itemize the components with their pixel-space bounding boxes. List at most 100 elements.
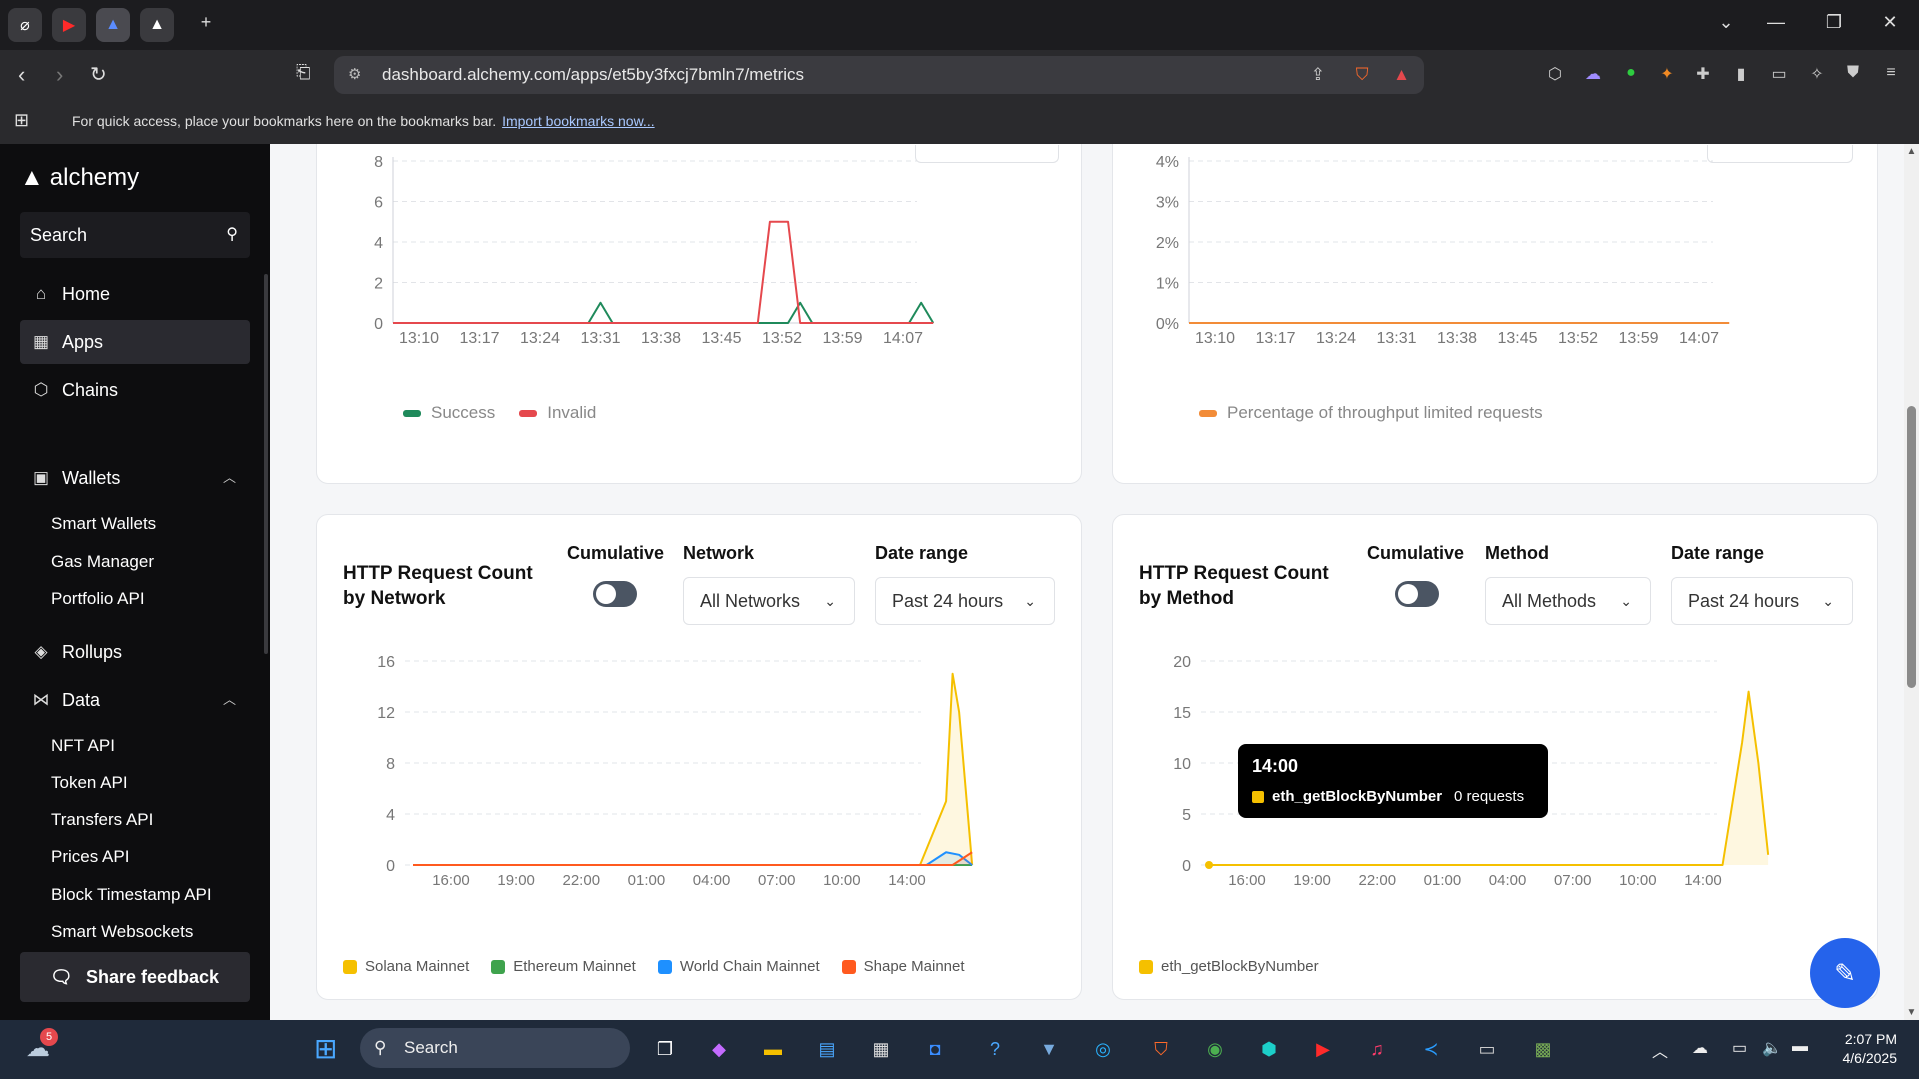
taskbar-search[interactable]: ⚲ Search — [360, 1028, 630, 1068]
sidebar-subitem-block-timestamp-api[interactable]: Block Timestamp API — [51, 885, 212, 905]
extension-green-icon[interactable]: ● — [1620, 64, 1642, 86]
volume-icon[interactable]: 🔈 — [1762, 1038, 1782, 1058]
legend-label: Percentage of throughput limited request… — [1227, 403, 1543, 422]
legend-swatch — [519, 409, 538, 417]
sidebar: ▲ alchemy Search ⚲ ⌂ Home ▦ Apps ⬡ Chain… — [0, 144, 270, 1020]
network-icon[interactable]: ▭ — [1732, 1038, 1747, 1058]
sidebar-subitem-smart-wallets[interactable]: Smart Wallets — [51, 514, 156, 534]
sidebar-subitem-portfolio-api[interactable]: Portfolio API — [51, 589, 145, 609]
network-select[interactable]: All Networks ⌄ — [683, 577, 855, 625]
tab-youtube[interactable]: ▶ — [52, 8, 86, 42]
legend-item-ethereum[interactable]: Ethereum Mainnet — [491, 958, 636, 975]
scroll-down-icon[interactable]: ▼ — [1905, 1007, 1918, 1018]
date-range-label: Date range — [875, 543, 969, 563]
hp-icon[interactable]: ◘ — [918, 1032, 952, 1066]
notepad-icon[interactable]: ▤ — [810, 1032, 844, 1066]
onedrive-icon[interactable]: ☁ — [1692, 1038, 1708, 1058]
close-window-button[interactable]: ✕ — [1870, 12, 1910, 33]
cumulative-toggle[interactable] — [1395, 581, 1439, 607]
date-range-select[interactable]: Past 24 hours ⌄ — [1671, 577, 1853, 625]
reload-icon[interactable]: ↻ — [90, 62, 107, 87]
sidebar-search[interactable]: Search ⚲ — [20, 212, 250, 258]
legend-item-solana[interactable]: Solana Mainnet — [343, 958, 469, 975]
start-icon[interactable]: ⊞ — [314, 1032, 337, 1065]
edge-icon[interactable]: ◎ — [1086, 1032, 1120, 1066]
share-icon[interactable]: ⇪ — [1311, 65, 1325, 84]
system-clock[interactable]: 2:07 PM 4/6/2025 — [1843, 1030, 1898, 1068]
store-icon[interactable]: ▦ — [864, 1032, 898, 1066]
date-range-select[interactable]: Past 24 hours ⌄ — [875, 577, 1055, 625]
sidebar-item-wallets[interactable]: ▣ Wallets ︿ — [20, 456, 250, 500]
copilot-icon[interactable]: ◆ — [702, 1032, 736, 1066]
cube-app-icon[interactable]: ⬢ — [1252, 1032, 1286, 1066]
tray-chevron-icon[interactable]: ︿ — [1652, 1038, 1668, 1062]
sidebar-item-data[interactable]: ⋈ Data ︿ — [20, 678, 250, 722]
sidebar-item-apps[interactable]: ▦ Apps — [20, 320, 250, 364]
share-feedback-button[interactable]: 🗨 Share feedback — [20, 952, 250, 1002]
method-select[interactable]: All Methods ⌄ — [1485, 577, 1651, 625]
method-label: Method — [1485, 543, 1549, 563]
brave-icon[interactable]: ⛉ — [1144, 1032, 1178, 1066]
minimize-button[interactable]: — — [1756, 12, 1796, 33]
alchemy-logo[interactable]: ▲ alchemy — [20, 164, 139, 192]
sidebar-item-rollups[interactable]: ◈ Rollups — [20, 630, 250, 674]
tab-alchemy[interactable]: ▲ — [140, 8, 174, 42]
back-icon[interactable]: ‹ — [18, 62, 25, 88]
scroll-up-icon[interactable]: ▲ — [1905, 146, 1918, 157]
forward-icon[interactable]: › — [56, 62, 63, 88]
legend-item-throughput[interactable]: Percentage of throughput limited request… — [1199, 403, 1543, 423]
extension-fox-icon[interactable]: ✦ — [1656, 64, 1678, 86]
tab-search-button[interactable]: ⌄ — [1706, 12, 1746, 33]
leo-ai-icon[interactable]: ✧ — [1806, 64, 1828, 86]
legend-item-invalid[interactable]: Invalid — [519, 403, 596, 423]
terminal-icon[interactable]: ▭ — [1470, 1032, 1504, 1066]
brave-shield-icon[interactable]: ⛉ — [1356, 65, 1369, 84]
minecraft-icon[interactable]: ▩ — [1526, 1032, 1560, 1066]
tab-pinned-1[interactable]: ⌀ — [8, 8, 42, 42]
restore-button[interactable]: ❐ — [1814, 12, 1854, 33]
sidebar-item-chains[interactable]: ⬡ Chains — [20, 368, 250, 412]
url-field[interactable]: ⚙ dashboard.alchemy.com/apps/et5by3fxcj7… — [334, 56, 1424, 94]
import-bookmarks-link[interactable]: Import bookmarks now... — [502, 113, 655, 129]
menu-icon[interactable]: ≡ — [1880, 64, 1902, 86]
extensions-puzzle-icon[interactable]: ✚ — [1692, 64, 1714, 86]
task-view-icon[interactable]: ❐ — [648, 1032, 682, 1066]
apps-grid-icon[interactable]: ⊞ — [14, 110, 29, 131]
extension-cube-icon[interactable]: ⬡ — [1544, 64, 1566, 86]
brave-rewards-icon[interactable]: ▲ — [1393, 65, 1410, 84]
legend-item-world-chain[interactable]: World Chain Mainnet — [657, 958, 820, 975]
battery-icon[interactable]: ▬ — [1792, 1038, 1808, 1056]
legend-item-eth-getblockbynumber[interactable]: eth_getBlockByNumber — [1139, 958, 1319, 975]
legend-item-shape[interactable]: Shape Mainnet — [841, 958, 965, 975]
wallet-icon[interactable]: ▭ — [1768, 64, 1790, 86]
scroll-thumb[interactable] — [1907, 406, 1916, 688]
sidebar-item-home[interactable]: ⌂ Home — [20, 272, 250, 316]
bookmark-icon[interactable]: ⎗ — [296, 62, 310, 83]
sidebar-scrollbar[interactable] — [264, 274, 268, 654]
cumulative-toggle[interactable] — [593, 581, 637, 607]
sidebar-subitem-prices-api[interactable]: Prices API — [51, 847, 129, 867]
sidebar-subitem-token-api[interactable]: Token API — [51, 773, 128, 793]
help-icon[interactable]: ? — [978, 1032, 1012, 1066]
chrome-dev-icon[interactable]: ◉ — [1198, 1032, 1232, 1066]
date-range-label: Date range — [1671, 543, 1765, 563]
sidebar-toggle-icon[interactable]: ▮ — [1730, 64, 1752, 86]
new-tab-button[interactable]: + — [186, 12, 226, 33]
legend-item-success[interactable]: Success — [403, 403, 495, 423]
music-icon[interactable]: ♫ — [1360, 1032, 1394, 1066]
sidebar-subitem-smart-websockets[interactable]: Smart Websockets — [51, 922, 193, 942]
tab-icon: ⌀ — [20, 17, 30, 34]
sidebar-subitem-gas-manager[interactable]: Gas Manager — [51, 552, 154, 572]
vpn-shield-icon[interactable]: ⛊ — [1842, 64, 1864, 86]
site-info-icon[interactable]: ⚙ — [348, 56, 361, 94]
youtube-app-icon[interactable]: ▶ — [1306, 1032, 1340, 1066]
sidebar-subitem-nft-api[interactable]: NFT API — [51, 736, 115, 756]
tab-alchemy-active[interactable]: ▲ — [96, 8, 130, 42]
sidebar-subitem-transfers-api[interactable]: Transfers API — [51, 810, 153, 830]
file-explorer-icon[interactable]: ▬ — [756, 1032, 790, 1066]
extension-ghost-icon[interactable]: ☁ — [1582, 64, 1604, 86]
page-scrollbar[interactable]: ▲ ▼ — [1904, 144, 1919, 1020]
support-chat-button[interactable]: ✎ — [1810, 938, 1880, 1008]
vpn-icon[interactable]: ▼ — [1032, 1032, 1066, 1066]
vscode-icon[interactable]: ≺ — [1414, 1032, 1448, 1066]
